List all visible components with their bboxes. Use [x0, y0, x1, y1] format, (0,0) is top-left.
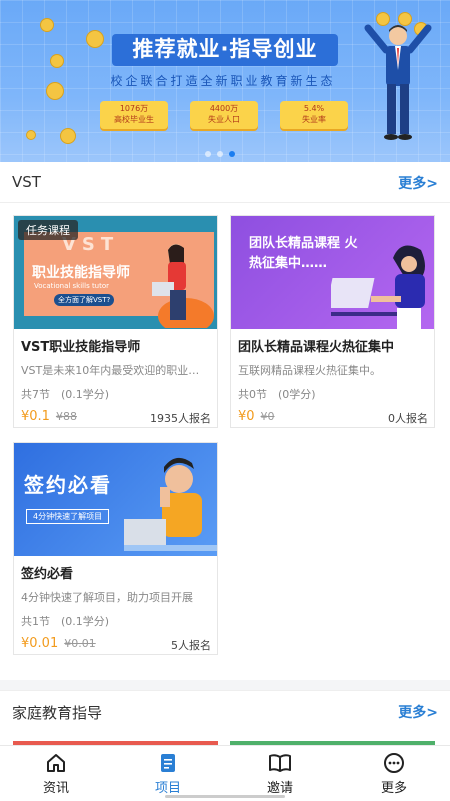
course-card[interactable]: 签约必看 4分钟快速了解项目 签约必看 4分钟快速了解项目，助力项目开展 共1节… — [13, 442, 218, 655]
original-price: ¥88 — [55, 410, 77, 423]
course-title: VST职业技能指导师 — [21, 340, 141, 355]
more-icon — [384, 753, 404, 773]
book-icon — [269, 754, 291, 772]
course-price: ¥0.1 ¥88 — [21, 409, 77, 424]
carousel-indicator[interactable] — [205, 142, 241, 161]
course-tag: 任务课程 — [18, 220, 78, 240]
original-price: ¥0.01 — [64, 637, 96, 650]
home-icon — [47, 754, 65, 772]
course-description: 4分钟快速了解项目，助力项目开展 — [21, 591, 193, 604]
course-description: VST是未来10年内最受欢迎的职业… — [21, 364, 200, 377]
course-thumbnail: 团队长精品课程 火热征集中…… — [231, 216, 434, 329]
woman-computer-illustration — [331, 245, 425, 329]
thumbnail-title: 签约必看 — [24, 473, 112, 497]
man-thinking-illustration — [124, 457, 217, 551]
tab-label: 邀请 — [266, 781, 293, 796]
course-card[interactable]: 团队长精品课程 火热征集中…… 团队长精品课程火热征集中 互联网精品课程火热征集… — [230, 215, 435, 428]
thumbnail-title: 职业技能指导师 — [32, 265, 130, 281]
more-link[interactable]: 更多> — [398, 173, 438, 193]
course-thumbnail: 签约必看 4分钟快速了解项目 — [14, 443, 217, 556]
course-meta: 共0节 (0学分) — [238, 388, 316, 401]
course-thumbnail: VST 职业技能指导师 Vocational skills tutor 全方面了… — [14, 216, 217, 329]
course-description: 互联网精品课程火热征集中。 — [238, 364, 381, 377]
course-meta: 共7节 (0.1学分) — [21, 388, 110, 401]
section-title: VST — [12, 173, 41, 191]
tab-label: 更多 — [380, 781, 407, 796]
banner-stat: 1076万 高校毕业生 — [100, 101, 168, 129]
enroll-count: 0人报名 — [388, 412, 428, 425]
thumbnail-button: 全方面了解VST? — [54, 294, 115, 306]
course-price: ¥0.01 ¥0.01 — [21, 636, 96, 651]
section-body — [0, 731, 450, 745]
course-price: ¥0 ¥0 — [238, 409, 275, 424]
carousel-dot[interactable] — [205, 151, 211, 157]
businessman-illustration — [364, 24, 432, 140]
coin-decoration — [40, 18, 54, 32]
carousel-dot-active[interactable] — [229, 151, 235, 157]
banner-title: 推荐就业·指导创业 — [132, 37, 318, 61]
tab-projects[interactable]: 项目 — [128, 752, 208, 796]
coin-decoration — [60, 128, 76, 144]
course-card[interactable]: VST 职业技能指导师 Vocational skills tutor 全方面了… — [13, 215, 218, 428]
tab-more[interactable]: 更多 — [354, 752, 434, 796]
more-link[interactable]: 更多> — [398, 702, 438, 722]
coin-decoration — [26, 130, 36, 140]
banner-stat: 4400万 失业人口 — [190, 101, 258, 129]
thumbnail-button: 4分钟快速了解项目 — [26, 509, 110, 524]
banner-subtitle: 校企联合打造全新职业教育新生态 — [110, 74, 336, 88]
home-indicator — [165, 795, 285, 798]
woman-laptop-illustration — [152, 244, 214, 328]
document-icon — [161, 754, 175, 772]
tab-invite[interactable]: 邀请 — [240, 752, 320, 796]
carousel-dot[interactable] — [217, 151, 223, 157]
banner-stat: 5.4% 失业率 — [280, 101, 348, 129]
course-title: 团队长精品课程火热征集中 — [238, 340, 395, 355]
tab-news[interactable]: 资讯 — [16, 752, 96, 796]
tab-label: 资讯 — [42, 781, 69, 796]
thumbnail-subtitle: Vocational skills tutor — [34, 282, 110, 290]
section-header-family-education: 家庭教育指导 更多> — [0, 690, 450, 732]
enroll-count: 1935人报名 — [150, 412, 211, 425]
section-title: 家庭教育指导 — [12, 704, 103, 722]
course-meta: 共1节 (0.1学分) — [21, 615, 110, 628]
enroll-count: 5人报名 — [171, 639, 211, 652]
coin-decoration — [50, 54, 64, 68]
coin-decoration — [86, 30, 104, 48]
promo-banner[interactable]: 推荐就业·指导创业 校企联合打造全新职业教育新生态 1076万 高校毕业生 440… — [0, 0, 450, 162]
section-header-vst: VST 更多> — [0, 162, 450, 203]
original-price: ¥0 — [260, 410, 275, 423]
bottom-tab-bar: 资讯 项目 邀请 更多 — [0, 745, 450, 801]
tab-label: 项目 — [154, 781, 181, 796]
course-title: 签约必看 — [21, 567, 74, 582]
coin-decoration — [46, 82, 64, 100]
